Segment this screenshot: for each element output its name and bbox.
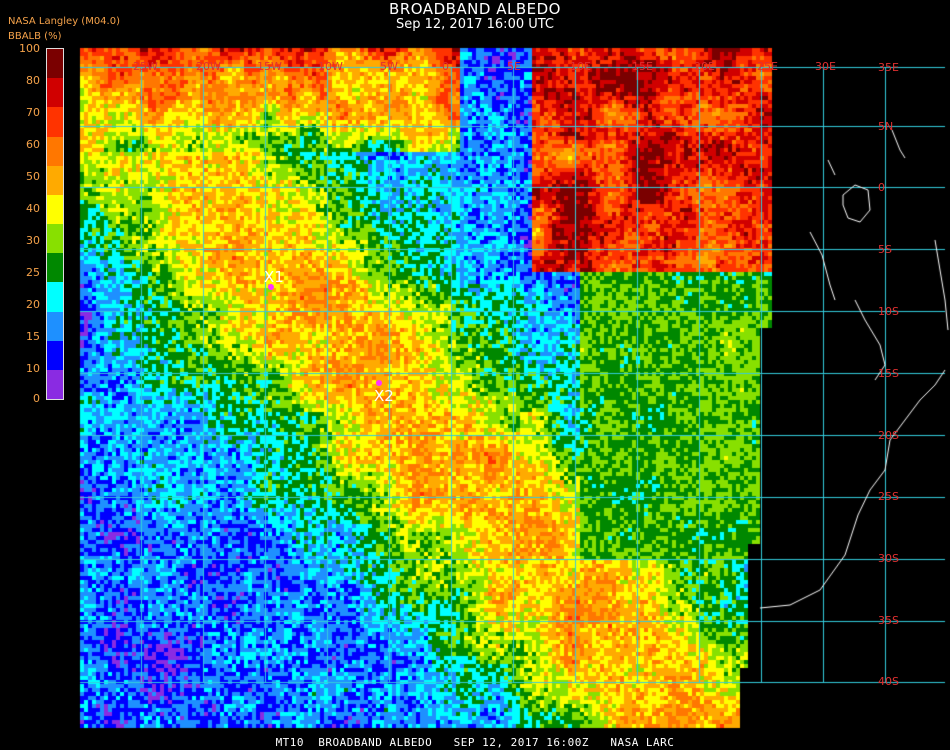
longitude-label: 0 xyxy=(442,60,449,73)
longitude-label: 15W xyxy=(257,60,282,73)
latitude-label: 5S xyxy=(878,243,892,256)
latitude-label: 40S xyxy=(878,675,899,688)
map-subtitle: Sep 12, 2017 16:00 UTC xyxy=(395,17,555,32)
colorbar-label: 60 xyxy=(26,138,40,151)
colorbar-label: 30 xyxy=(26,234,40,247)
colorbar-label: 50 xyxy=(26,170,40,183)
colorbar-label: 100 xyxy=(19,42,40,55)
latitude-label: 25S xyxy=(878,490,899,503)
longitude-label: 5W xyxy=(380,60,398,73)
latitude-label: 35E xyxy=(878,61,899,74)
colorbar-label: 0 xyxy=(33,392,40,405)
colorbar-label: 80 xyxy=(26,74,40,87)
colorbar-segment xyxy=(47,107,63,137)
longitude-label: 20W xyxy=(196,60,221,73)
colorbar-segment xyxy=(47,49,63,79)
colorbar-segment xyxy=(47,78,63,108)
colorbar-label: 25 xyxy=(26,266,40,279)
longitude-label: 30E xyxy=(815,60,836,73)
colorbar-segment xyxy=(47,136,63,167)
latitude-label: 10S xyxy=(878,305,899,318)
colorbar-title: BBALB (%) xyxy=(8,31,62,42)
latitude-label: 15S xyxy=(878,367,899,380)
colorbar-segment xyxy=(47,282,63,312)
colorbar-segment xyxy=(47,224,63,254)
colorbar-segment xyxy=(47,311,63,342)
longitude-label: 25W xyxy=(133,60,158,73)
colorbar-label: 70 xyxy=(26,106,40,119)
colorbar-label: 10 xyxy=(26,362,40,375)
colorbar-label: 20 xyxy=(26,298,40,311)
latitude-label: 35S xyxy=(878,614,899,627)
latitude-label: 20S xyxy=(878,429,899,442)
longitude-label: 10W xyxy=(318,60,343,73)
marker-x1-label: X1 xyxy=(264,268,284,286)
colorbar-segment xyxy=(47,369,63,400)
latitude-label: 5N xyxy=(878,120,894,133)
longitude-label: 15E xyxy=(632,60,653,73)
latitude-label: 30S xyxy=(878,552,899,565)
marker-x2-dot xyxy=(376,380,382,386)
colorbar-label: 15 xyxy=(26,330,40,343)
latitude-label: 0 xyxy=(878,181,885,194)
longitude-label: 25E xyxy=(757,60,778,73)
colorbar-segment xyxy=(47,340,63,371)
longitude-label: 10E xyxy=(570,60,591,73)
colorbar xyxy=(46,48,64,400)
producer-label: NASA Langley (M04.0) xyxy=(8,16,120,27)
longitude-label: 5E xyxy=(507,60,521,73)
map-title: BROADBAND ALBEDO xyxy=(389,0,561,18)
albedo-map-canvas xyxy=(0,0,950,750)
marker-x2-label: X2 xyxy=(374,387,394,405)
longitude-label: 20E xyxy=(694,60,715,73)
colorbar-segment xyxy=(47,165,63,196)
footer-caption: MT10 BROADBAND ALBEDO SEP 12, 2017 16:00… xyxy=(275,736,675,749)
colorbar-label: 40 xyxy=(26,202,40,215)
colorbar-segment xyxy=(47,194,63,225)
colorbar-segment xyxy=(47,253,63,283)
